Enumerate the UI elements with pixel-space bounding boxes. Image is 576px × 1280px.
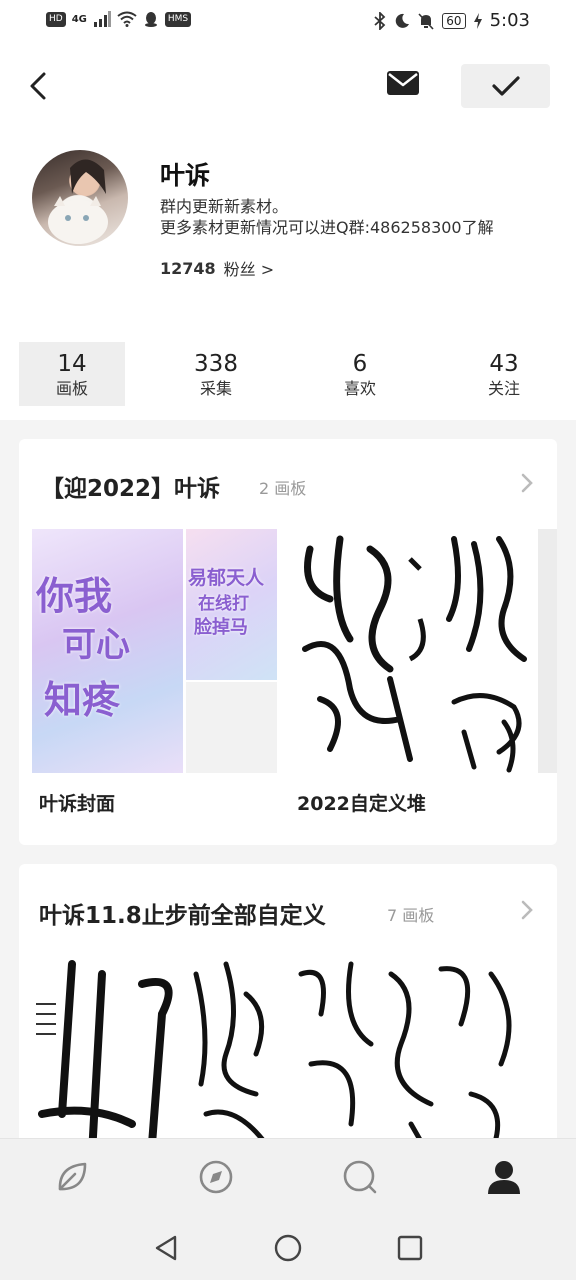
stat-count: 43 bbox=[489, 351, 519, 377]
bell-muted-icon bbox=[418, 12, 434, 30]
tab-following[interactable]: 43 关注 bbox=[451, 342, 557, 406]
thumb-title-3: 脸掉马 bbox=[194, 617, 248, 638]
envelope-icon bbox=[387, 71, 419, 95]
card-board-count: 2 画板 bbox=[259, 479, 307, 498]
signal-icon bbox=[93, 11, 111, 27]
card-board-count: 7 画板 bbox=[387, 906, 435, 925]
bluetooth-icon bbox=[374, 11, 386, 30]
system-navigation bbox=[0, 1216, 576, 1280]
nav-explore[interactable] bbox=[196, 1157, 236, 1197]
board-thumb-edge bbox=[538, 529, 557, 773]
profile-stats-tabs: 14 画板 338 采集 6 喜欢 43 关注 bbox=[0, 342, 576, 408]
avatar-image bbox=[48, 159, 108, 244]
status-right: 60 5:03 bbox=[374, 10, 530, 31]
stat-label: 画板 bbox=[55, 379, 88, 398]
board-group-card[interactable]: 【迎2022】叶诉 2 画板 你我 可心 知疼 易郁天人 在线打 脸掉马 叶诉封… bbox=[19, 439, 557, 845]
profile-icon bbox=[488, 1161, 520, 1194]
charging-icon bbox=[473, 12, 482, 29]
calligraphy-art bbox=[446, 536, 527, 662]
followers-link[interactable]: 12748 粉丝 > bbox=[160, 256, 274, 280]
nav-profile[interactable] bbox=[484, 1157, 524, 1197]
chevron-right-icon bbox=[521, 473, 533, 493]
checkmark-icon bbox=[491, 76, 520, 96]
calligraphy-art bbox=[302, 535, 426, 762]
moon-icon bbox=[396, 13, 410, 28]
chevron-left-icon bbox=[30, 72, 46, 100]
recents-square-icon bbox=[397, 1235, 423, 1261]
board-title: 叶诉封面 bbox=[39, 793, 116, 815]
board-title: 2022自定义堆 bbox=[297, 793, 426, 815]
system-recents-button[interactable] bbox=[394, 1232, 426, 1264]
calligraphy-art bbox=[32, 960, 173, 1158]
thumb-title-2: 在线打 bbox=[198, 594, 249, 614]
thumb-title-1: 易郁天人 bbox=[188, 567, 265, 589]
nav-home[interactable] bbox=[52, 1157, 92, 1197]
card-open-button[interactable] bbox=[517, 471, 537, 495]
cover-title-1: 你我 bbox=[36, 573, 113, 618]
stat-label: 喜欢 bbox=[343, 379, 376, 398]
board-item[interactable] bbox=[290, 529, 557, 773]
board-thumb-image: 易郁天人 在线打 脸掉马 bbox=[186, 529, 277, 680]
followers-label: 粉丝 > bbox=[223, 260, 275, 279]
board-thumb-image bbox=[291, 954, 531, 1164]
cover-title-3: 知疼 bbox=[44, 677, 121, 722]
wifi-icon bbox=[117, 11, 137, 27]
chevron-right-icon bbox=[521, 900, 533, 920]
calligraphy-art bbox=[193, 961, 269, 1147]
board-cover-image: 你我 可心 知疼 bbox=[32, 529, 183, 773]
system-back-button[interactable] bbox=[150, 1232, 182, 1264]
tab-boards[interactable]: 14 画板 bbox=[19, 342, 125, 406]
battery-indicator: 60 bbox=[442, 12, 466, 29]
stat-label: 采集 bbox=[199, 379, 232, 398]
chat-bubble-icon bbox=[343, 1160, 377, 1194]
qq-icon bbox=[144, 12, 157, 27]
hd-badge: HD bbox=[46, 11, 66, 27]
clock: 5:03 bbox=[489, 10, 530, 31]
card-title: 【迎2022】叶诉 bbox=[41, 476, 221, 502]
board-group-card[interactable]: 叶诉11.8止步前全部自定义 7 画板 bbox=[19, 864, 557, 1164]
done-button[interactable] bbox=[461, 64, 550, 108]
signal-label: 4G bbox=[71, 13, 87, 25]
status-bar: HD 4G HMS 60 5:03 bbox=[0, 0, 576, 42]
profile-header: 叶诉 群内更新新素材。 更多素材更新情况可以进Q群:486258300了解 12… bbox=[0, 42, 576, 420]
profile-bio: 群内更新新素材。 更多素材更新情况可以进Q群:486258300了解 bbox=[160, 196, 494, 238]
profile-name: 叶诉 bbox=[160, 161, 211, 190]
message-button[interactable] bbox=[384, 66, 422, 100]
board-cover-image bbox=[32, 954, 183, 1164]
tab-collections[interactable]: 338 采集 bbox=[163, 342, 269, 406]
card-open-button[interactable] bbox=[517, 898, 537, 922]
stat-label: 关注 bbox=[487, 379, 520, 398]
board-thumb-image bbox=[444, 682, 536, 773]
leaf-icon bbox=[58, 1162, 87, 1191]
compass-icon bbox=[199, 1160, 233, 1194]
card-title: 叶诉11.8止步前全部自定义 bbox=[39, 903, 326, 929]
tab-likes[interactable]: 6 喜欢 bbox=[307, 342, 413, 406]
board-item[interactable]: 你我 可心 知疼 易郁天人 在线打 脸掉马 bbox=[32, 529, 277, 773]
bio-line-1: 群内更新新素材。 bbox=[160, 197, 289, 216]
nav-messages[interactable] bbox=[340, 1157, 380, 1197]
back-button[interactable] bbox=[20, 66, 56, 106]
back-triangle-icon bbox=[155, 1235, 177, 1261]
board-thumb-image bbox=[186, 954, 278, 1164]
stat-count: 338 bbox=[194, 351, 238, 377]
status-left: HD 4G HMS bbox=[46, 11, 192, 27]
stat-count: 6 bbox=[352, 351, 368, 377]
board-thumb-image bbox=[444, 529, 536, 680]
board-cover-image bbox=[290, 529, 441, 773]
bottom-navigation bbox=[0, 1138, 576, 1216]
calligraphy-art bbox=[298, 961, 512, 1162]
calligraphy-art bbox=[451, 693, 522, 773]
hms-badge: HMS bbox=[164, 11, 192, 27]
stat-count: 14 bbox=[57, 351, 87, 377]
system-home-button[interactable] bbox=[272, 1232, 304, 1264]
board-thumb-empty bbox=[186, 682, 277, 773]
home-circle-icon bbox=[274, 1234, 302, 1262]
followers-count: 12748 bbox=[160, 258, 216, 278]
avatar[interactable] bbox=[32, 150, 128, 246]
cover-title-2: 可心 bbox=[62, 625, 130, 665]
bio-line-2: 更多素材更新情况可以进Q群:486258300了解 bbox=[160, 218, 494, 237]
